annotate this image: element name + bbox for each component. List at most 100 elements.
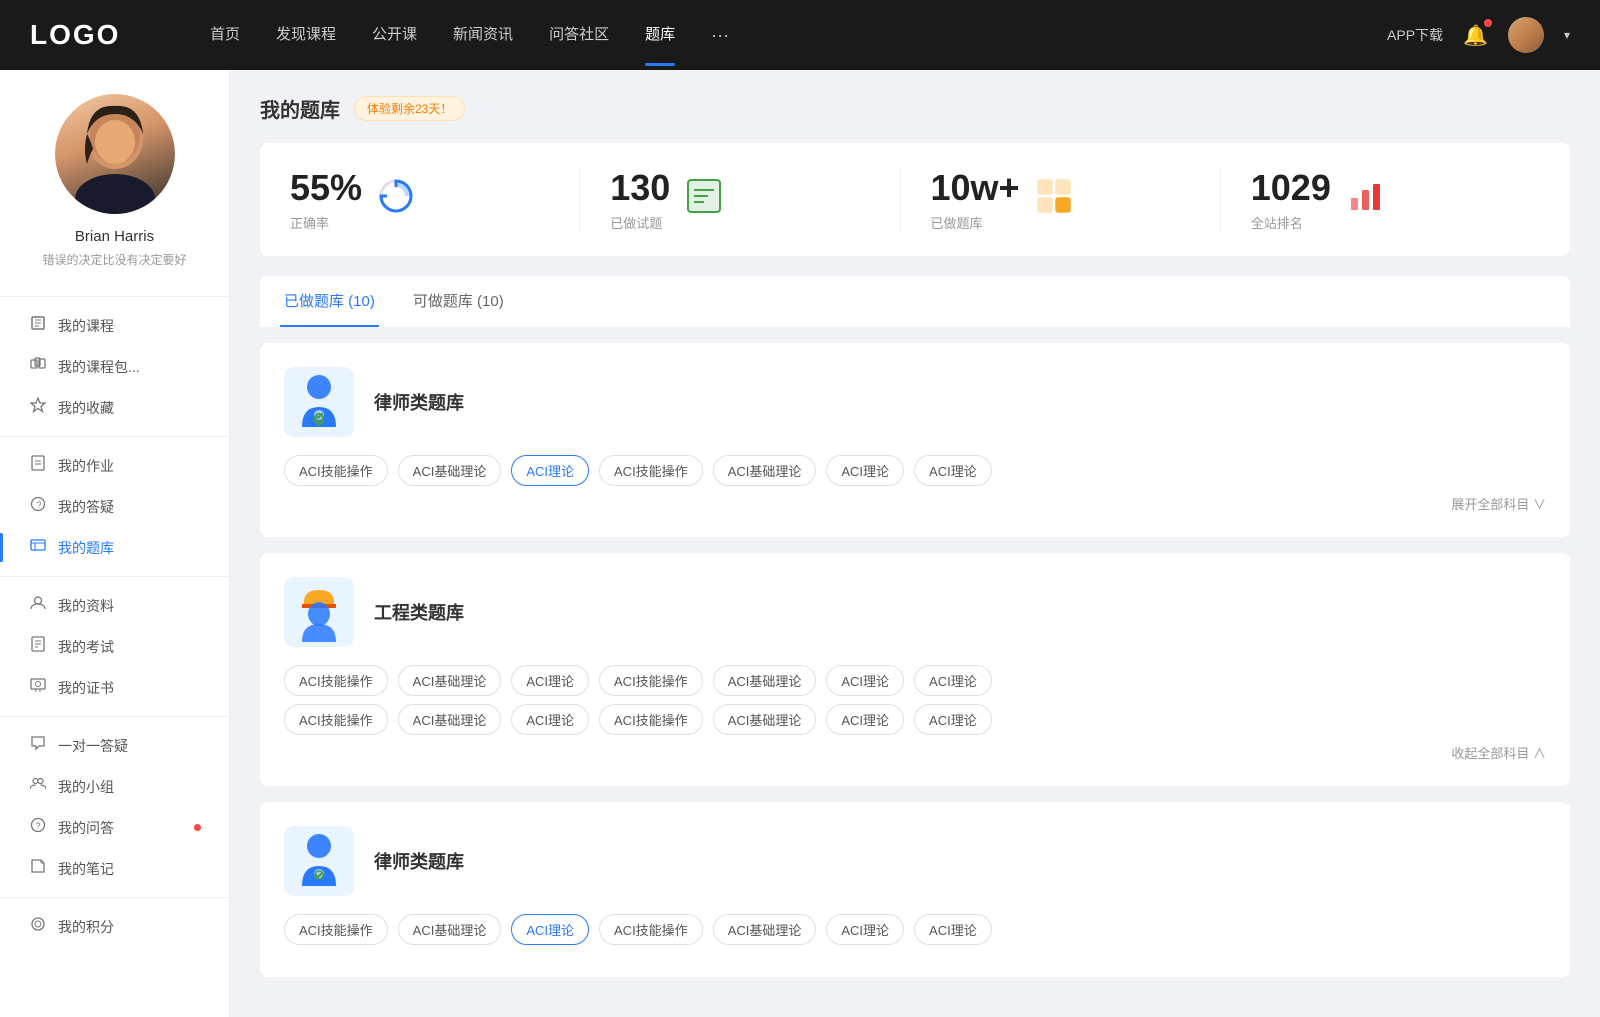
sidebar-item-profile[interactable]: 我的资料 [0, 585, 229, 626]
bell-icon: 🔔 [1463, 25, 1488, 47]
sidebar-item-my-qa[interactable]: ? 我的问答 [0, 807, 229, 848]
site-rank-icon [1347, 178, 1383, 221]
logo[interactable]: LOGO [30, 19, 150, 51]
done-questions-label: 已做试题 [610, 213, 670, 232]
site-rank-label: 全站排名 [1251, 213, 1331, 232]
nav-home[interactable]: 首页 [210, 23, 240, 48]
tag-3-5[interactable]: ACI理论 [826, 914, 904, 945]
tag-2-r2-6[interactable]: ACI理论 [914, 704, 992, 735]
tabs-row: 已做题库 (10) 可做题库 (10) [260, 276, 1570, 327]
nav-opencourse[interactable]: 公开课 [372, 23, 417, 48]
stat-banks-text: 10w+ 已做题库 [931, 167, 1020, 232]
expand-link-2[interactable]: 收起全部科目 ∧ [284, 743, 1546, 762]
sidebar-item-favorites[interactable]: 我的收藏 [0, 387, 229, 428]
tag-3-3[interactable]: ACI技能操作 [599, 914, 703, 945]
qbank-title-3: 律师类题库 [374, 848, 464, 874]
tag-1-2[interactable]: ACI理论 [511, 455, 589, 486]
qbank-section-lawyer-2: 律师类题库 ACI技能操作 ACI基础理论 ACI理论 ACI技能操作 ACI基… [260, 802, 1570, 977]
my-qa-icon: ? [28, 817, 48, 838]
notification-badge [1484, 19, 1492, 27]
qbank-title-area-2: 工程类题库 [374, 599, 464, 625]
app-download-link[interactable]: APP下载 [1387, 25, 1443, 45]
sidebar-item-one-on-one[interactable]: 一对一答疑 [0, 725, 229, 766]
trial-badge: 体验剩余23天！ [354, 96, 465, 121]
navbar: LOGO 首页 发现课程 公开课 新闻资讯 问答社区 题库 ··· APP下载 … [0, 0, 1600, 70]
lawyer-avatar-svg-2 [294, 831, 344, 891]
tag-1-6[interactable]: ACI理论 [914, 455, 992, 486]
sidebar-item-notes[interactable]: 我的笔记 [0, 848, 229, 889]
tag-2-r1-6[interactable]: ACI理论 [914, 665, 992, 696]
sidebar-item-courses[interactable]: 我的课程 [0, 305, 229, 346]
sidebar-item-homework[interactable]: 我的作业 [0, 445, 229, 486]
sidebar-item-label: 我的收藏 [58, 398, 201, 418]
qbank-icon [28, 537, 48, 558]
nav-qbank[interactable]: 题库 [645, 23, 675, 48]
nav-more[interactable]: ··· [711, 25, 729, 46]
tab-done[interactable]: 已做题库 (10) [280, 276, 379, 327]
page-title: 我的题库 [260, 94, 340, 123]
nav-news[interactable]: 新闻资讯 [453, 23, 513, 48]
tag-1-4[interactable]: ACI基础理论 [713, 455, 817, 486]
qbank-title-1: 律师类题库 [374, 389, 464, 415]
stat-site-rank: 1029 全站排名 [1221, 167, 1540, 232]
tag-2-r1-1[interactable]: ACI基础理论 [398, 665, 502, 696]
tag-3-2[interactable]: ACI理论 [511, 914, 589, 945]
tag-2-r2-5[interactable]: ACI理论 [826, 704, 904, 735]
sidebar-item-label: 我的考试 [58, 637, 201, 657]
tag-2-r2-0[interactable]: ACI技能操作 [284, 704, 388, 735]
tag-2-r1-5[interactable]: ACI理论 [826, 665, 904, 696]
tag-3-0[interactable]: ACI技能操作 [284, 914, 388, 945]
main-content: 我的题库 体验剩余23天！ 55% 正确率 [230, 70, 1600, 1017]
notifications-bell[interactable]: 🔔 [1463, 23, 1488, 48]
sidebar-item-exam[interactable]: 我的考试 [0, 626, 229, 667]
user-menu-chevron[interactable]: ▾ [1564, 28, 1570, 42]
tag-1-1[interactable]: ACI基础理论 [398, 455, 502, 486]
sidebar-item-certificate[interactable]: 我的证书 [0, 667, 229, 708]
sidebar-item-points[interactable]: 我的积分 [0, 906, 229, 947]
accuracy-icon [378, 178, 414, 221]
tag-2-r1-2[interactable]: ACI理论 [511, 665, 589, 696]
tag-2-r1-3[interactable]: ACI技能操作 [599, 665, 703, 696]
site-rank-value: 1029 [1251, 167, 1331, 209]
tab-available[interactable]: 可做题库 (10) [409, 276, 508, 327]
tag-3-1[interactable]: ACI基础理论 [398, 914, 502, 945]
bar-chart-icon [1347, 178, 1383, 214]
sidebar-item-question[interactable]: ? 我的答疑 [0, 486, 229, 527]
stat-done-questions: 130 已做试题 [580, 167, 900, 232]
sidebar-item-course-package[interactable]: 我的课程包... [0, 346, 229, 387]
group-icon [28, 776, 48, 797]
accuracy-value: 55% [290, 167, 362, 209]
notes-icon [28, 858, 48, 879]
stat-accuracy-text: 55% 正确率 [290, 167, 362, 232]
question-icon: ? [28, 496, 48, 517]
nav-qa[interactable]: 问答社区 [549, 23, 609, 48]
sidebar-item-label: 我的问答 [58, 818, 182, 838]
qbank-section-lawyer-1: 律师类题库 ACI技能操作 ACI基础理论 ACI理论 ACI技能操作 ACI基… [260, 343, 1570, 537]
tag-2-r2-4[interactable]: ACI基础理论 [713, 704, 817, 735]
tag-2-r1-0[interactable]: ACI技能操作 [284, 665, 388, 696]
points-icon [28, 916, 48, 937]
navbar-right: APP下载 🔔 ▾ [1387, 17, 1570, 53]
tag-2-r1-4[interactable]: ACI基础理论 [713, 665, 817, 696]
tag-2-r2-1[interactable]: ACI基础理论 [398, 704, 502, 735]
tag-1-0[interactable]: ACI技能操作 [284, 455, 388, 486]
user-avatar[interactable] [1508, 17, 1544, 53]
expand-link-1[interactable]: 展开全部科目 ∨ [284, 494, 1546, 513]
tag-3-6[interactable]: ACI理论 [914, 914, 992, 945]
sidebar-item-qbank[interactable]: 我的题库 [0, 527, 229, 568]
tag-2-r2-3[interactable]: ACI技能操作 [599, 704, 703, 735]
avatar-inner-image [55, 94, 175, 214]
stat-rank-text: 1029 全站排名 [1251, 167, 1331, 232]
sidebar: Brian Harris 错误的决定比没有决定要好 我的课程 我的课程包... [0, 70, 230, 1017]
tags-row-1: ACI技能操作 ACI基础理论 ACI理论 ACI技能操作 ACI基础理论 AC… [284, 455, 1546, 486]
tag-3-4[interactable]: ACI基础理论 [713, 914, 817, 945]
user-avatar-large [55, 94, 175, 214]
sidebar-divider-4 [0, 897, 229, 898]
tag-2-r2-2[interactable]: ACI理论 [511, 704, 589, 735]
tag-1-5[interactable]: ACI理论 [826, 455, 904, 486]
sidebar-item-label: 我的题库 [58, 538, 201, 558]
qbank-title-2: 工程类题库 [374, 599, 464, 625]
nav-discover[interactable]: 发现课程 [276, 23, 336, 48]
tag-1-3[interactable]: ACI技能操作 [599, 455, 703, 486]
sidebar-item-group[interactable]: 我的小组 [0, 766, 229, 807]
